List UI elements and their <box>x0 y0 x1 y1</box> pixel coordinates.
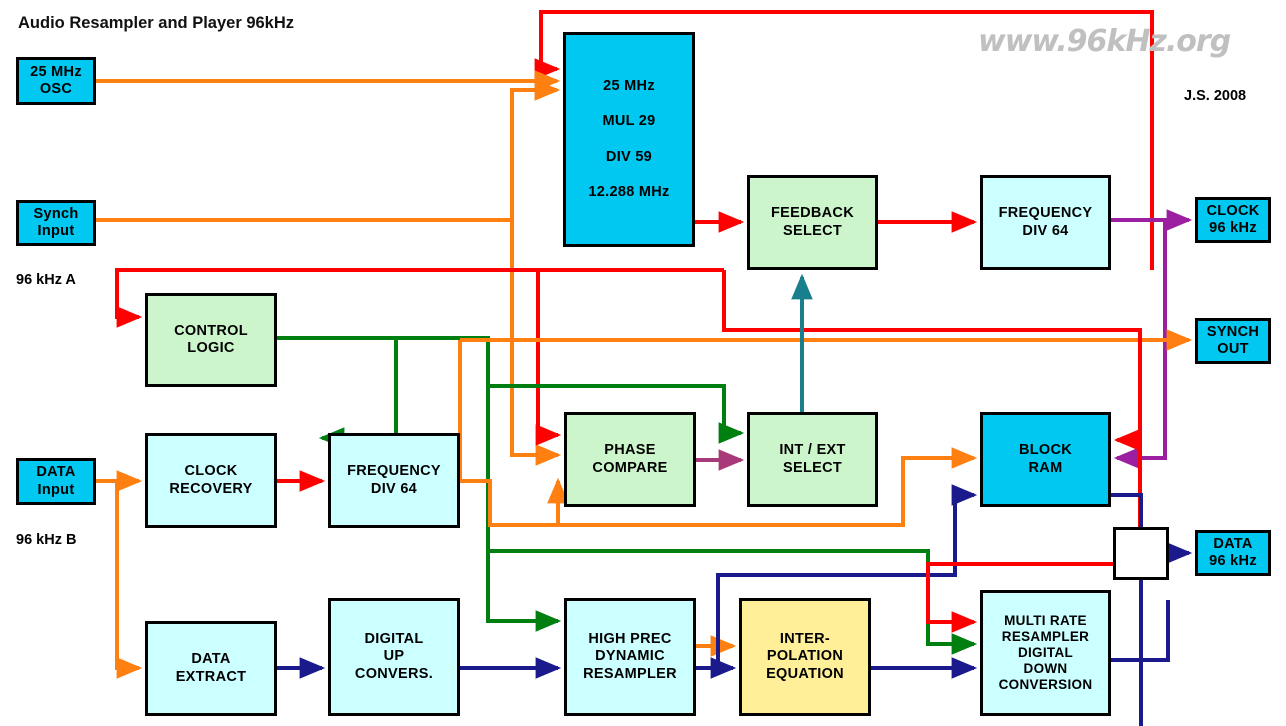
pll-block-line: MUL 29 <box>602 113 656 130</box>
synch-input-block-line: Input <box>37 223 75 239</box>
wire-data-input-to-data-extract <box>115 481 143 679</box>
phase-compare-block-line: PHASE <box>604 442 656 459</box>
feedback-select-block[interactable]: FEEDBACK SELECT <box>747 175 878 270</box>
wire-synch-input-to-phase-compare <box>510 220 562 466</box>
frequency-div-64-rec-block[interactable]: FREQUENCY DIV 64 <box>328 433 460 528</box>
int-ext-select-block[interactable]: INT / EXT SELECT <box>747 412 878 507</box>
multi-rate-resampler-block-line: CONVERSION <box>998 676 1093 692</box>
control-logic-block-line: LOGIC <box>187 340 235 356</box>
frequency-div-64-out-block-line: FREQUENCY <box>998 205 1093 222</box>
data-extract-block-line: DATA <box>191 651 231 668</box>
synch-output-block[interactable]: SYNCH OUT <box>1195 318 1271 364</box>
label-clk_a: 96 kHz A <box>16 272 76 288</box>
diagram-canvas: Audio Resampler and Player 96kHz www.96k… <box>0 0 1286 726</box>
data-output-block[interactable]: DATA 96 kHz <box>1195 530 1271 576</box>
wire-synch-input-to-pll <box>96 79 561 222</box>
digital-up-conversion-block[interactable]: DIGITAL UP CONVERS. <box>328 598 460 716</box>
data-extract-block[interactable]: DATA EXTRACT <box>145 621 277 716</box>
data-input-block-line: Input <box>37 481 75 498</box>
synch-input-block[interactable]: Synch Input <box>16 200 96 246</box>
label-clk_b: 96 kHz B <box>16 532 77 548</box>
interpolation-equation-block[interactable]: INTER- POLATION EQUATION <box>739 598 871 716</box>
wire-control-logic-to-resampler <box>486 386 562 632</box>
frequency-div-64-rec-block-line: DIV 64 <box>370 480 418 497</box>
interpolation-equation-block-line: INTER- <box>779 631 831 648</box>
oscillator-block-line: OSC <box>39 81 73 97</box>
block-ram-block[interactable]: BLOCK RAM <box>980 412 1111 507</box>
synch-output-block-line: SYNCH <box>1206 323 1260 340</box>
feedback-select-block-line: SELECT <box>783 222 842 239</box>
pll-block-line: 12.288 MHz <box>588 183 670 200</box>
data-output-block-line: 96 kHz <box>1209 553 1257 569</box>
int-ext-select-block-line: INT / EXT <box>779 442 846 459</box>
int-ext-select-block-line: SELECT <box>783 459 842 476</box>
clock-output-block-line: CLOCK <box>1206 202 1260 219</box>
feedback-select-block-line: FEEDBACK <box>771 205 854 222</box>
digital-up-conversion-block-line: DIGITAL <box>364 631 424 648</box>
data-input-block-line: DATA <box>36 464 76 481</box>
clock-recovery-block[interactable]: CLOCK RECOVERY <box>145 433 277 528</box>
interpolation-equation-block-line: POLATION <box>766 648 844 665</box>
control-logic-block-line: CONTROL <box>174 322 248 339</box>
block-ram-block-line: BLOCK <box>1018 442 1073 459</box>
clock-output-block-line: 96 kHz <box>1209 220 1257 236</box>
high-prec-dynamic-resampler-block-line: HIGH PREC <box>588 631 672 648</box>
high-prec-dynamic-resampler-block-line: RESAMPLER <box>583 665 677 682</box>
clock-recovery-block-line: RECOVERY <box>169 480 253 497</box>
output-mux-block[interactable] <box>1113 527 1169 580</box>
multi-rate-resampler-block[interactable]: MULTI RATE RESAMPLER DIGITAL DOWN CONVERSION <box>980 590 1111 716</box>
multi-rate-resampler-block-line: DOWN <box>1023 660 1068 676</box>
clock-output-block[interactable]: CLOCK 96 kHz <box>1195 197 1271 243</box>
watermark-logo: www.96kHz.org <box>978 24 1231 59</box>
oscillator-block-line: 25 MHz <box>30 63 82 80</box>
control-logic-block[interactable]: CONTROL LOGIC <box>145 293 277 387</box>
frequency-div-64-out-block[interactable]: FREQUENCY DIV 64 <box>980 175 1111 270</box>
pll-block[interactable]: 25 MHz MUL 29 DIV 59 12.288 MHz <box>563 32 695 247</box>
wire-control-logic-to-multirate <box>488 549 978 655</box>
pll-block-line: 25 MHz <box>603 78 655 95</box>
frequency-div-64-out-block-line: DIV 64 <box>1022 222 1069 239</box>
frequency-div-64-rec-block-line: FREQUENCY <box>347 463 441 480</box>
oscillator-block[interactable]: 25 MHz OSC <box>16 57 96 105</box>
wire-freq-div-to-phase-compare <box>460 477 569 527</box>
data-input-block[interactable]: DATA Input <box>16 458 96 505</box>
phase-compare-block-line: COMPARE <box>592 459 668 476</box>
data-output-block-line: DATA <box>1213 535 1253 552</box>
wire-freq-div-to-block-ram <box>490 447 978 527</box>
multi-rate-resampler-block-line: DIGITAL <box>1017 645 1074 661</box>
synch-input-block-line: Synch <box>33 205 79 222</box>
high-prec-dynamic-resampler-block[interactable]: HIGH PREC DYNAMIC RESAMPLER <box>564 598 696 716</box>
wire-clock-a-to-phase-compare <box>535 270 562 446</box>
block-ram-block-line: RAM <box>1028 459 1063 476</box>
multi-rate-resampler-block-line: RESAMPLER <box>1001 629 1090 645</box>
pll-block-line: DIV 59 <box>605 148 653 165</box>
page-title: Audio Resampler and Player 96kHz <box>18 14 295 32</box>
multi-rate-resampler-block-line: MULTI RATE <box>1004 613 1087 629</box>
phase-compare-block[interactable]: PHASE COMPARE <box>564 412 696 507</box>
digital-up-conversion-block-line: CONVERS. <box>354 665 434 682</box>
high-prec-dynamic-resampler-block-line: DYNAMIC <box>595 648 665 665</box>
clock-recovery-block-line: CLOCK <box>184 463 238 480</box>
interpolation-equation-block-line: EQUATION <box>766 665 844 682</box>
synch-output-block-line: OUT <box>1217 341 1249 357</box>
wire-control-logic-to-freq-div <box>277 336 398 449</box>
credit-text: J.S. 2008 <box>1184 88 1247 104</box>
data-extract-block-line: EXTRACT <box>175 668 247 685</box>
wire-block-ram-to-output-mux <box>1111 493 1143 527</box>
digital-up-conversion-block-line: UP <box>383 648 405 665</box>
